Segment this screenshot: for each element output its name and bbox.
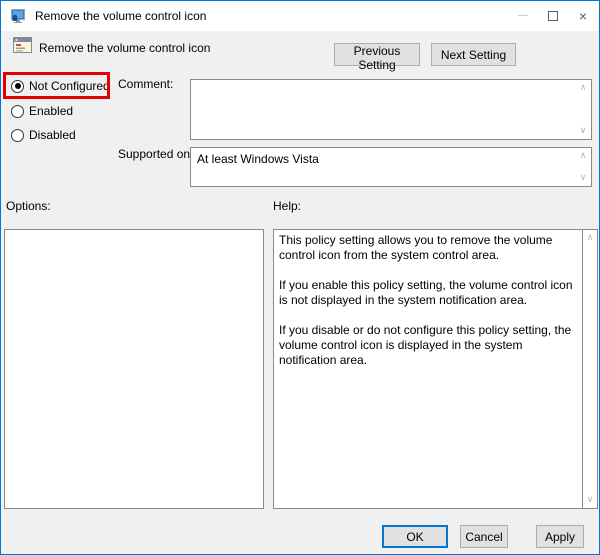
caption-buttons: × — [508, 1, 598, 30]
supported-on-label: Supported on: — [118, 147, 193, 161]
comment-label: Comment: — [118, 77, 173, 91]
radio-not-configured[interactable]: Not Configured — [11, 79, 110, 93]
cancel-button[interactable]: Cancel — [460, 525, 508, 548]
help-label: Help: — [273, 199, 301, 213]
scroll-up-icon[interactable]: ∧ — [577, 82, 589, 94]
close-icon[interactable]: × — [568, 1, 598, 30]
next-setting-button[interactable]: Next Setting — [431, 43, 516, 66]
minimize-icon[interactable] — [508, 1, 538, 30]
titlebar[interactable]: Remove the volume control icon × — [1, 1, 599, 31]
apply-button[interactable]: Apply — [536, 525, 584, 548]
help-scrollbar[interactable]: ∧ ∨ — [582, 230, 597, 508]
window-title: Remove the volume control icon — [35, 9, 206, 23]
previous-setting-button[interactable]: Previous Setting — [334, 43, 420, 66]
radio-label: Disabled — [29, 128, 76, 142]
options-label: Options: — [6, 199, 51, 213]
options-panel — [4, 229, 264, 509]
radio-label: Enabled — [29, 104, 73, 118]
help-panel[interactable]: This policy setting allows you to remove… — [273, 229, 598, 509]
radio-circle-selected — [11, 80, 24, 93]
comment-input[interactable]: ∧ ∨ — [190, 79, 592, 140]
radio-circle — [11, 105, 24, 118]
policy-name-heading: Remove the volume control icon — [39, 41, 210, 55]
radio-label: Not Configured — [29, 79, 110, 93]
gpedit-app-icon — [10, 8, 26, 24]
scroll-down-icon[interactable]: ∨ — [584, 494, 596, 506]
scroll-up-icon[interactable]: ∧ — [584, 232, 596, 244]
policy-setting-icon — [13, 37, 32, 53]
ok-button[interactable]: OK — [382, 525, 448, 548]
radio-enabled[interactable]: Enabled — [11, 104, 73, 118]
supported-on-value: At least Windows Vista — [197, 152, 571, 166]
radio-disabled[interactable]: Disabled — [11, 128, 76, 142]
radio-circle — [11, 129, 24, 142]
scroll-down-icon[interactable]: ∨ — [577, 172, 589, 184]
policy-setting-dialog: Remove the volume control icon × Remove … — [0, 0, 600, 555]
scroll-down-icon[interactable]: ∨ — [577, 125, 589, 137]
scroll-up-icon[interactable]: ∧ — [577, 150, 589, 162]
help-text: This policy setting allows you to remove… — [279, 233, 577, 368]
maximize-icon[interactable] — [538, 1, 568, 30]
supported-on-box[interactable]: At least Windows Vista ∧ ∨ — [190, 147, 592, 187]
